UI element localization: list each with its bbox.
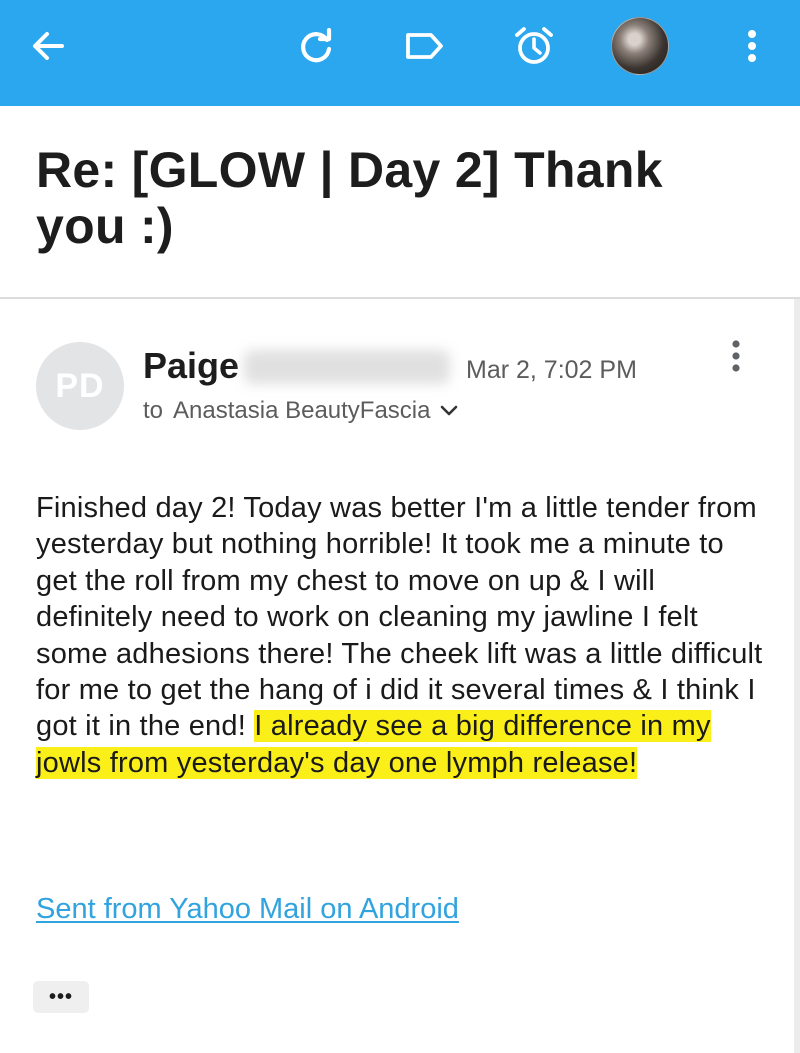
refresh-icon [296,26,336,66]
label-button[interactable] [396,18,452,74]
body-text: Finished day 2! Today was better I'm a l… [36,492,763,743]
chevron-down-icon [439,403,459,419]
recipient-name: Anastasia BeautyFascia [173,397,431,424]
label-icon [402,26,446,66]
to-label: to [143,397,164,424]
subject-title: Re: [GLOW | Day 2] Thank you :) [36,142,663,254]
header-divider [0,297,800,299]
redacted-surname [244,350,450,384]
back-button[interactable] [20,18,76,74]
refresh-button[interactable] [288,18,344,74]
message-body: Finished day 2! Today was better I'm a l… [36,490,766,781]
subject-header: Re: [GLOW | Day 2] Thank you :) [36,142,756,254]
back-arrow-icon [28,26,68,66]
snooze-button[interactable] [506,18,562,74]
message-more-button[interactable] [716,338,756,378]
sender-name[interactable]: Paige [143,344,239,388]
account-avatar[interactable] [611,17,669,75]
signature-link[interactable]: Sent from Yahoo Mail on Android [36,890,459,928]
message-date: Mar 2, 7:02 PM [466,356,637,384]
alarm-icon [512,24,556,68]
more-vert-icon [730,338,742,379]
scrollbar-track[interactable] [794,299,800,1053]
more-vert-icon [745,26,759,66]
top-toolbar [0,0,800,106]
overflow-menu-button[interactable] [724,18,780,74]
show-quoted-button[interactable]: ••• [33,981,89,1013]
sender-avatar[interactable]: PD [36,342,124,430]
recipients-toggle[interactable]: to Anastasia BeautyFascia [143,395,459,427]
